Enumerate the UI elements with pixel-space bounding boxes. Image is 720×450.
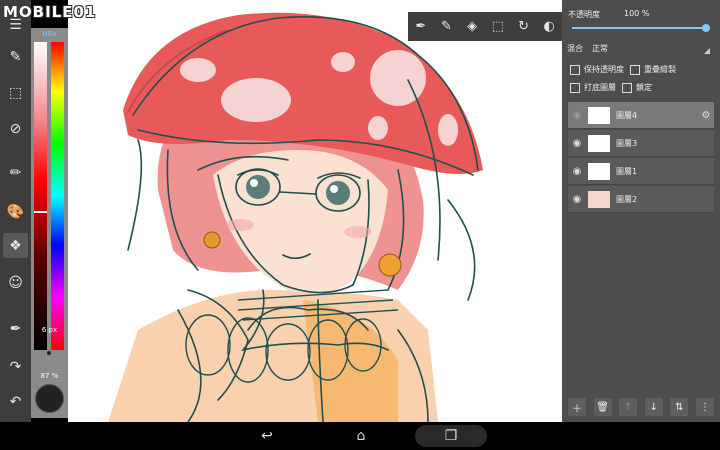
brush-icon[interactable]: ✏ bbox=[3, 160, 28, 185]
more-icon[interactable]: ◐ bbox=[536, 12, 562, 41]
redo-icon[interactable]: ↷ bbox=[3, 354, 28, 379]
home-icon[interactable]: ⌂ bbox=[346, 425, 376, 447]
layer-name: 圖層4 bbox=[616, 110, 638, 120]
color-mode-label[interactable]: HSV bbox=[31, 30, 68, 38]
layer-row[interactable]: ◉ 圖層4 ⚙ bbox=[568, 102, 714, 129]
edit-icon[interactable]: ✎ bbox=[3, 44, 28, 69]
checkbox-label: 重疊繪製 bbox=[644, 65, 676, 74]
gear-icon[interactable]: ⚙ bbox=[698, 110, 714, 121]
layer-opacity-label: 不透明度 bbox=[568, 10, 600, 19]
smudge-icon[interactable]: ☺ bbox=[3, 270, 28, 295]
eye-hidden-icon[interactable]: ◉ bbox=[568, 110, 586, 121]
brush-opacity-label: 87 % bbox=[40, 372, 59, 380]
opacity-slider-track[interactable] bbox=[572, 27, 710, 29]
blend-mode-select[interactable]: 正常 bbox=[592, 43, 608, 54]
current-color-swatch[interactable] bbox=[35, 384, 64, 413]
lock-checkbox[interactable]: 鎖定 bbox=[622, 82, 652, 93]
left-toolbar: ☰ ✎ ⬚ ⊘ ✏ 🎨 ❖ ☺ ✒ ↷ ↶ bbox=[0, 0, 31, 422]
layer-row[interactable]: ◉ 圖層1 bbox=[568, 158, 714, 185]
layer-row[interactable]: ◉ 圖層2 bbox=[568, 186, 714, 213]
checkbox-box[interactable] bbox=[622, 82, 632, 93]
checkbox-label: 打底圖層 bbox=[584, 83, 616, 92]
eye-icon[interactable]: ◉ bbox=[568, 166, 586, 177]
system-nav-bar: ↩ ⌂ ❐ bbox=[0, 422, 720, 450]
layer-name: 圖層3 bbox=[616, 138, 638, 148]
brush-size-label: 6 px bbox=[41, 326, 58, 334]
merge-icon[interactable]: ⇅ bbox=[670, 398, 689, 416]
layer-name: 圖層1 bbox=[616, 166, 638, 176]
app-screen: MOBILE01 ☰ ✎ ⬚ ⊘ ✏ 🎨 ❖ ☺ ✒ ↷ ↶ HSV 6 px … bbox=[0, 0, 720, 450]
blend-mode-label: 混合 bbox=[567, 44, 583, 53]
layer-actions: ＋ 🗑 ↑ ↓ ⇅ ⋮ bbox=[568, 398, 714, 418]
rotate-icon[interactable]: ↻ bbox=[511, 12, 537, 41]
layer-thumbnail bbox=[588, 134, 610, 152]
selection-icon[interactable]: ⬚ bbox=[3, 80, 28, 105]
back-icon[interactable]: ↩ bbox=[252, 425, 282, 447]
more-options-icon[interactable]: ⋮ bbox=[695, 398, 714, 416]
value-marker[interactable] bbox=[34, 211, 47, 213]
eyedropper-icon[interactable]: ✒ bbox=[408, 12, 434, 41]
layer-thumbnail bbox=[588, 190, 610, 208]
eraser-icon[interactable]: ◈ bbox=[459, 12, 485, 41]
undo-icon[interactable]: ↶ bbox=[3, 389, 28, 414]
layer-panel: 不透明度 100 % 混合 正常 保持透明度 重疊繪製 打底圖層 鎖定 ◉ 圖層… bbox=[562, 0, 720, 422]
move-up-icon[interactable]: ↑ bbox=[619, 398, 638, 416]
pen-icon[interactable]: ✎ bbox=[434, 12, 460, 41]
drawing-canvas[interactable] bbox=[68, 0, 562, 422]
draft-layer-checkbox[interactable]: 打底圖層 bbox=[570, 82, 616, 93]
opacity-slider-thumb[interactable] bbox=[702, 24, 710, 32]
transform-icon[interactable]: ⊘ bbox=[3, 116, 28, 141]
brush-preview-dot bbox=[47, 351, 51, 355]
add-layer-icon[interactable]: ＋ bbox=[568, 398, 586, 416]
hue-bar[interactable] bbox=[51, 42, 64, 350]
clipping-checkbox[interactable]: 重疊繪製 bbox=[630, 64, 676, 75]
layer-thumbnail bbox=[588, 106, 610, 124]
eye-icon[interactable]: ◉ bbox=[568, 194, 586, 205]
blend-dropdown-arrow[interactable] bbox=[704, 48, 710, 54]
eye-icon[interactable]: ◉ bbox=[568, 138, 586, 149]
watermark: MOBILE01 bbox=[3, 3, 97, 21]
artwork bbox=[108, 12, 483, 422]
layer-row[interactable]: ◉ 圖層3 bbox=[568, 130, 714, 157]
checkbox-box[interactable] bbox=[630, 64, 640, 75]
saturation-value-bar[interactable] bbox=[34, 42, 47, 350]
keep-opacity-checkbox[interactable]: 保持透明度 bbox=[570, 64, 624, 75]
checkbox-box[interactable] bbox=[570, 64, 580, 75]
layers-icon[interactable]: ❖ bbox=[3, 233, 28, 258]
checkbox-label: 保持透明度 bbox=[584, 65, 624, 74]
eyedropper-icon[interactable]: ✒ bbox=[3, 316, 28, 341]
layer-opacity-value: 100 % bbox=[624, 9, 650, 18]
top-toolbar: ✒ ✎ ◈ ⬚ ↻ ◐ bbox=[408, 12, 562, 41]
trash-icon[interactable]: 🗑 bbox=[593, 398, 612, 416]
select-icon[interactable]: ⬚ bbox=[485, 12, 511, 41]
checkbox-box[interactable] bbox=[570, 82, 580, 93]
checkbox-label: 鎖定 bbox=[636, 83, 652, 92]
palette-icon[interactable]: 🎨 bbox=[3, 199, 28, 224]
layer-name: 圖層2 bbox=[616, 194, 638, 204]
color-panel: HSV 6 px 87 % bbox=[31, 28, 68, 418]
layer-thumbnail bbox=[588, 162, 610, 180]
move-down-icon[interactable]: ↓ bbox=[644, 398, 663, 416]
recent-apps-icon[interactable]: ❐ bbox=[415, 425, 487, 447]
